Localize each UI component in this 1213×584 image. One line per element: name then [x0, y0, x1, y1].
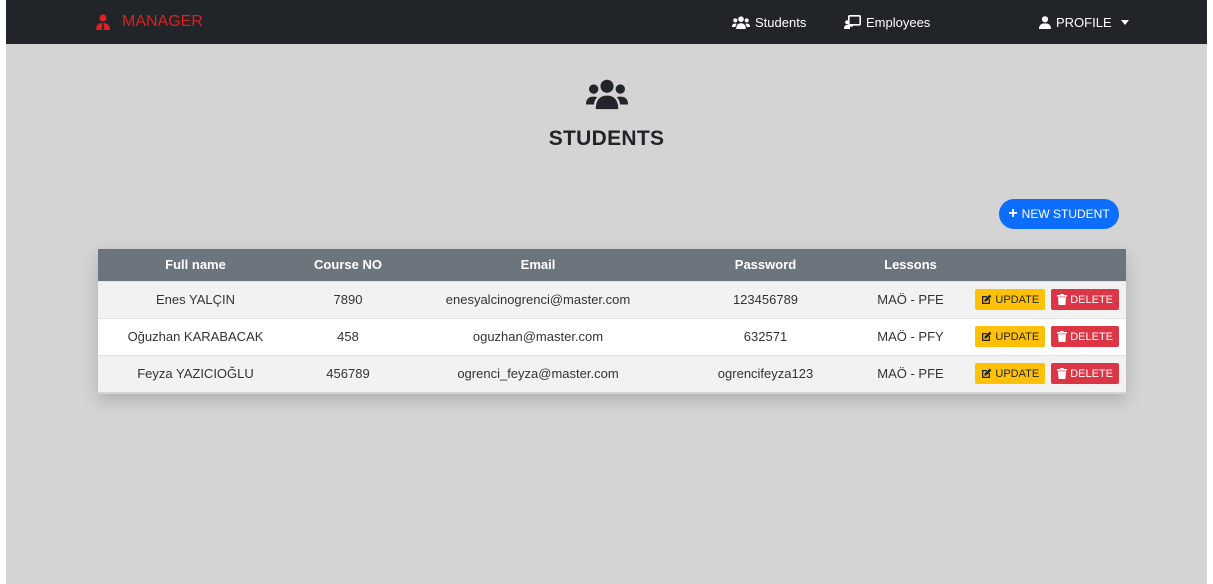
cell-lessons: MAÖ - PFE: [858, 280, 963, 318]
table-row: Feyza YAZICIOĞLU 456789 ogrenci_feyza@ma…: [98, 354, 1126, 392]
column-header-full-name: Full name: [165, 257, 226, 273]
column-header-lessons: Lessons: [884, 257, 937, 273]
cell-password: ogrencifeyza123: [673, 354, 858, 392]
trash-icon: [1057, 294, 1068, 305]
update-button[interactable]: UPDATE: [975, 289, 1046, 310]
delete-label: DELETE: [1070, 330, 1113, 343]
delete-button[interactable]: DELETE: [1051, 326, 1119, 347]
update-button[interactable]: UPDATE: [975, 363, 1046, 385]
new-student-label: NEW STUDENT: [1021, 207, 1110, 221]
cell-actions: UPDATE DELETE: [963, 354, 1126, 392]
table-row: Enes YALÇIN 7890 enesyalcinogrenci@maste…: [98, 280, 1126, 318]
plus-icon: +: [1008, 205, 1018, 222]
caret-down-icon: [1120, 19, 1129, 25]
delete-button[interactable]: DELETE: [1051, 289, 1119, 310]
user-icon: [1039, 15, 1051, 29]
update-label: UPDATE: [995, 330, 1040, 343]
cell-course-no: 456789: [293, 354, 403, 392]
update-label: UPDATE: [995, 367, 1040, 380]
edit-icon: [982, 294, 992, 304]
delete-button[interactable]: DELETE: [1051, 363, 1119, 385]
delete-label: DELETE: [1070, 367, 1113, 380]
nav-students-label: Students: [755, 14, 807, 30]
cell-course-no: 7890: [293, 280, 403, 318]
cell-full-name: Feyza YAZICIOĞLU: [98, 354, 293, 392]
app: MANAGER Students Employees PROFILE STUDE…: [6, 0, 1207, 584]
nav-students[interactable]: Students: [732, 0, 806, 44]
update-label: UPDATE: [995, 293, 1040, 306]
students-table: Full name Course NO Email Password Lesso…: [98, 249, 1126, 394]
cell-lessons: MAÖ - PFY: [858, 317, 963, 355]
brand-label: MANAGER: [122, 13, 203, 30]
delete-label: DELETE: [1070, 293, 1113, 306]
trash-icon: [1057, 368, 1068, 380]
brand[interactable]: MANAGER: [96, 0, 203, 44]
users-icon: [586, 78, 628, 115]
user-tie-icon: [96, 14, 110, 30]
navbar: MANAGER Students Employees PROFILE: [6, 0, 1207, 44]
nav-employees[interactable]: Employees: [844, 0, 930, 44]
cell-actions: UPDATE DELETE: [963, 280, 1126, 318]
update-button[interactable]: UPDATE: [975, 326, 1046, 347]
edit-icon: [982, 368, 992, 379]
table-row: Oğuzhan KARABACAK 458 oguzhan@master.com…: [98, 317, 1126, 355]
column-header-email: Email: [520, 257, 556, 273]
cell-email: ogrenci_feyza@master.com: [403, 354, 673, 392]
cell-actions: UPDATE DELETE: [963, 317, 1126, 355]
cell-full-name: Enes YALÇIN: [98, 280, 293, 318]
edit-icon: [982, 331, 992, 341]
column-header-course-no: Course NO: [314, 257, 382, 273]
profile-dropdown[interactable]: PROFILE: [1039, 0, 1129, 44]
users-icon: [732, 15, 750, 29]
chalkboard-teacher-icon: [844, 15, 861, 29]
cell-password: 632571: [673, 317, 858, 355]
cell-email: oguzhan@master.com: [403, 317, 673, 355]
table-header-row: Full name Course NO Email Password Lesso…: [98, 249, 1126, 281]
trash-icon: [1057, 331, 1068, 342]
new-student-button[interactable]: + NEW STUDENT: [999, 199, 1119, 229]
cell-password: 123456789: [673, 280, 858, 318]
profile-label: PROFILE: [1056, 14, 1112, 30]
cell-course-no: 458: [293, 317, 403, 355]
page-title: STUDENTS: [548, 127, 665, 150]
cell-email: enesyalcinogrenci@master.com: [403, 280, 673, 318]
column-header-actions: [963, 249, 1126, 281]
nav-employees-label: Employees: [866, 14, 931, 30]
cell-lessons: MAÖ - PFE: [858, 354, 963, 392]
cell-full-name: Oğuzhan KARABACAK: [98, 317, 293, 355]
column-header-password: Password: [734, 257, 797, 273]
